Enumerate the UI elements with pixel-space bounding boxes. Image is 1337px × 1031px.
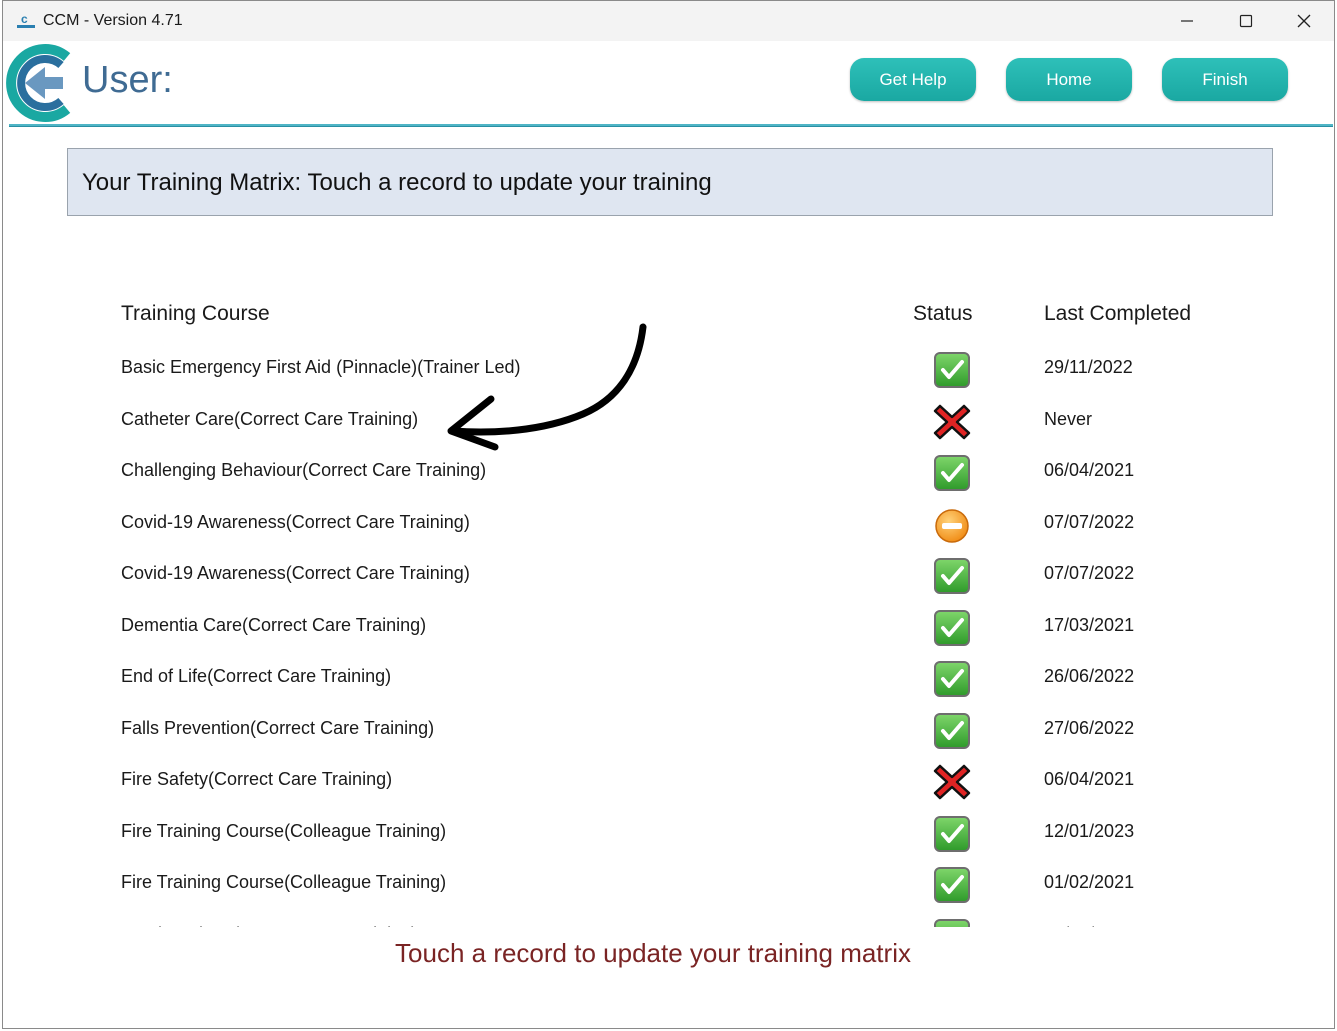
status-check-icon [932, 711, 972, 751]
status-check-icon [932, 814, 972, 854]
last-completed-date: 01/02/2021 [1044, 872, 1135, 892]
app-icon: c [17, 12, 35, 28]
status-check-icon [932, 453, 972, 493]
window-title: CCM - Version 4.71 [43, 12, 183, 29]
last-completed-date: 07/07/2022 [1044, 511, 1135, 532]
table-row[interactable]: Catheter Care(Correct Care Training) Neve… [3, 396, 1334, 448]
last-completed-date: 06/04/2021 [1044, 924, 1134, 928]
last-completed-date: 17/03/2021 [1044, 614, 1135, 635]
app-window: c CCM - Version 4.71 User: Get Help Home… [2, 0, 1335, 1029]
status-check-icon [932, 917, 972, 927]
table-row[interactable]: Falls Prevention(Correct Care Training) 2… [3, 705, 1334, 757]
course-name: End of Life(Correct Care Training) [121, 666, 392, 686]
last-completed-date: 26/06/2022 [1044, 666, 1135, 686]
maximize-icon [1239, 14, 1253, 28]
page-title: User: [82, 59, 173, 101]
column-header-status: Status [913, 302, 973, 325]
header-divider [9, 124, 1333, 127]
table-row[interactable]: Dementia Care(Correct Care Training) 17/0… [3, 602, 1334, 654]
last-completed-date: 06/04/2021 [1044, 460, 1135, 480]
instruction-banner: Your Training Matrix: Touch a record to … [67, 148, 1273, 216]
course-name: Challenging Behaviour(Correct Care Train… [121, 460, 487, 480]
last-completed-date: 27/06/2022 [1044, 717, 1135, 738]
course-name: Catheter Care(Correct Care Training) [121, 408, 419, 429]
last-completed-date: 07/07/2022 [1044, 563, 1135, 583]
course-name: Fire Training Course(Colleague Training) [121, 820, 447, 841]
last-completed-date: 29/11/2022 [1044, 357, 1133, 377]
status-check-icon [932, 865, 972, 905]
course-name: Falls Prevention(Correct Care Training) [121, 717, 435, 738]
table-row[interactable]: End of Life(Correct Care Training) 26/06/… [3, 653, 1334, 705]
training-matrix-table[interactable]: Training Course Status Last Completed Ba… [3, 289, 1334, 927]
finish-button[interactable]: Finish [1162, 58, 1288, 101]
status-check-icon [932, 350, 972, 390]
table-row[interactable]: Food Hygiene(Correct Care Training) 06/04… [3, 911, 1334, 928]
back-logo-icon[interactable] [5, 41, 77, 125]
close-icon [1297, 14, 1311, 28]
course-name: Basic Emergency First Aid (Pinnacle)(Tra… [121, 357, 521, 377]
column-header-last-completed: Last Completed [1044, 302, 1192, 325]
svg-text:c: c [21, 12, 28, 26]
course-name: Dementia Care(Correct Care Training) [121, 614, 427, 635]
status-cross-icon [932, 762, 972, 802]
close-button[interactable] [1275, 1, 1333, 41]
last-completed-date: 06/04/2021 [1044, 769, 1135, 789]
table-row[interactable]: Challenging Behaviour(Correct Care Train… [3, 447, 1334, 499]
maximize-button[interactable] [1217, 1, 1275, 41]
course-name: Fire Training Course(Colleague Training) [121, 872, 447, 892]
status-warning-icon [932, 505, 972, 545]
status-check-icon [932, 608, 972, 648]
title-bar: c CCM - Version 4.71 [3, 1, 1334, 41]
table-row[interactable]: Basic Emergency First Aid (Pinnacle)(Tra… [3, 344, 1334, 396]
footer-instruction: Touch a record to update your training m… [395, 938, 911, 968]
app-header: User: Get Help Home Finish [3, 41, 1334, 125]
minimize-icon [1181, 20, 1193, 22]
course-name: Food Hygiene(Correct Care Training) [121, 924, 417, 928]
table-row[interactable]: Fire Safety(Correct Care Training) 06/04/… [3, 756, 1334, 808]
table-row[interactable]: Covid-19 Awareness(Correct Care Training… [3, 499, 1334, 551]
last-completed-date: 12/01/2023 [1044, 820, 1135, 841]
course-name: Covid-19 Awareness(Correct Care Training… [121, 511, 470, 532]
table-row[interactable]: Fire Training Course(Colleague Training)… [3, 808, 1334, 860]
minimize-button[interactable] [1158, 1, 1216, 41]
table-body: Basic Emergency First Aid (Pinnacle)(Tra… [3, 344, 1334, 927]
table-row[interactable]: Fire Training Course(Colleague Training)… [3, 859, 1334, 911]
get-help-button[interactable]: Get Help [850, 58, 976, 101]
table-row[interactable]: Covid-19 Awareness(Correct Care Training… [3, 550, 1334, 602]
course-name: Fire Safety(Correct Care Training) [121, 769, 393, 789]
status-check-icon [932, 556, 972, 596]
status-cross-icon [932, 402, 972, 442]
last-completed-date: Never [1044, 408, 1093, 429]
column-header-course: Training Course [121, 302, 270, 325]
course-name: Covid-19 Awareness(Correct Care Training… [121, 563, 470, 583]
status-check-icon [932, 659, 972, 699]
home-button[interactable]: Home [1006, 58, 1132, 101]
banner-text: Your Training Matrix: Touch a record to … [82, 169, 712, 196]
